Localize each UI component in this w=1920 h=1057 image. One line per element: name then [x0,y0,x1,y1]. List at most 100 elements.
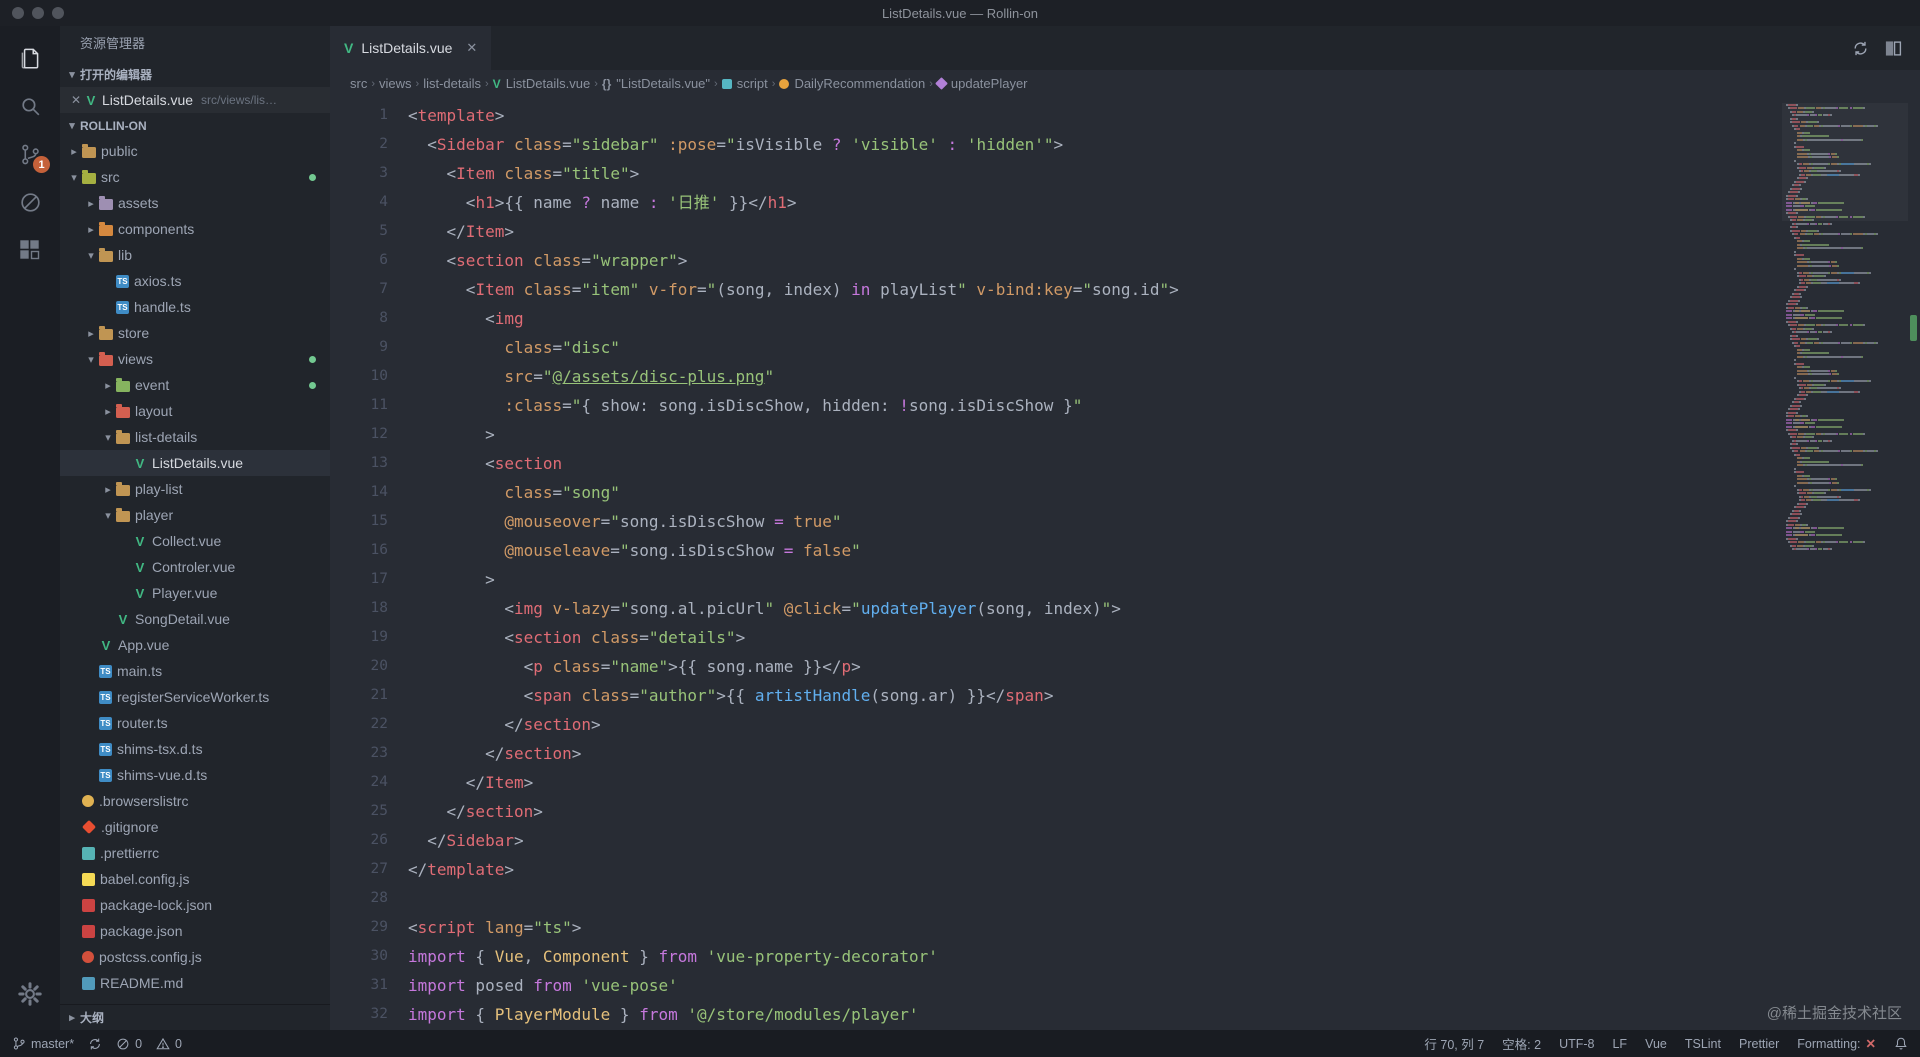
code-line-27[interactable]: 27 </template> [330,855,1780,884]
status-eol[interactable]: LF [1612,1037,1627,1051]
code-line-26[interactable]: 26 </Sidebar> [330,826,1780,855]
code-line-32[interactable]: 32 import { PlayerModule } from '@/store/… [330,1000,1780,1029]
tree-item-babel.config.js[interactable]: babel.config.js [60,866,330,892]
tree-item-shims-tsx.d.ts[interactable]: TS shims-tsx.d.ts [60,736,330,762]
code-line-29[interactable]: 29 <script lang="ts"> [330,913,1780,942]
status-cursor-position[interactable]: 行 70, 列 7 [1424,1034,1484,1053]
tree-item-assets[interactable]: ▸ assets [60,190,330,216]
code-line-25[interactable]: 25 </section> [330,797,1780,826]
tree-item-Controler.vue[interactable]: V Controler.vue [60,554,330,580]
overview-ruler[interactable] [1906,97,1920,1030]
tree-item-README.md[interactable]: README.md [60,970,330,996]
code-line-7[interactable]: 7 <Item class="item" v-for="(song, index… [330,275,1780,304]
code-line-17[interactable]: 17 > [330,565,1780,594]
breadcrumb-item-3[interactable]: list-details [423,76,481,91]
code-line-31[interactable]: 31 import posed from 'vue-pose' [330,971,1780,1000]
tree-item-SongDetail.vue[interactable]: V SongDetail.vue [60,606,330,632]
code-line-12[interactable]: 12 > [330,420,1780,449]
close-icon[interactable]: ✕ [466,40,477,56]
sync-changes-icon[interactable] [1852,40,1869,57]
tree-item-list-details[interactable]: ▾ list-details [60,424,330,450]
code-line-20[interactable]: 20 <p class="name">{{ song.name }}</p> [330,652,1780,681]
minimap[interactable] [1786,103,1904,551]
git-branch-status[interactable]: master* [12,1036,74,1051]
tree-item-play-list[interactable]: ▸ play-list [60,476,330,502]
explorer-icon[interactable] [4,34,56,82]
tree-item-public[interactable]: ▸ public [60,138,330,164]
code-line-21[interactable]: 21 <span class="author">{{ artistHandle(… [330,681,1780,710]
gear-icon[interactable] [4,970,56,1018]
open-editor-item[interactable]: ✕ V ListDetails.vue src/views/lis… [60,87,330,113]
problems-warnings[interactable]: 0 [156,1037,182,1051]
tree-item-lib[interactable]: ▾ lib [60,242,330,268]
tree-item-Player.vue[interactable]: V Player.vue [60,580,330,606]
code-line-23[interactable]: 23 </section> [330,739,1780,768]
tree-item-.prettierrc[interactable]: .prettierrc [60,840,330,866]
tree-item-ListDetails.vue[interactable]: V ListDetails.vue [60,450,330,476]
status-prettier[interactable]: Prettier [1739,1037,1779,1051]
code-line-11[interactable]: 11 :class="{ show: song.isDiscShow, hidd… [330,391,1780,420]
status-formatting[interactable]: Formatting: ✕ [1797,1036,1876,1052]
code-line-33[interactable]: 33 [330,1029,1780,1030]
open-editors-header[interactable]: ▾ 打开的编辑器 [60,62,330,87]
code-line-24[interactable]: 24 </Item> [330,768,1780,797]
breadcrumb-item-1[interactable]: src [350,76,367,91]
code-line-19[interactable]: 19 <section class="details"> [330,623,1780,652]
breadcrumb-item-2[interactable]: views [379,76,412,91]
tree-item-components[interactable]: ▸ components [60,216,330,242]
status-language-mode[interactable]: Vue [1645,1037,1667,1051]
tree-item-.gitignore[interactable]: .gitignore [60,814,330,840]
code-line-16[interactable]: 16 @mouseleave="song.isDiscShow = false" [330,536,1780,565]
code-line-15[interactable]: 15 @mouseover="song.isDiscShow = true" [330,507,1780,536]
breadcrumb-item-4[interactable]: V ListDetails.vue [493,76,591,91]
tree-item-player[interactable]: ▾ player [60,502,330,528]
breadcrumb-item-5[interactable]: {} "ListDetails.vue" [602,76,710,91]
zoom-window-button[interactable] [52,7,64,19]
project-root-header[interactable]: ▾ ROLLIN-ON [60,113,330,138]
status-encoding[interactable]: UTF-8 [1559,1037,1594,1051]
tree-item-package.json[interactable]: package.json [60,918,330,944]
debug-icon[interactable] [4,178,56,226]
status-indentation[interactable]: 空格: 2 [1502,1034,1541,1053]
code-line-8[interactable]: 8 <img [330,304,1780,333]
tree-item-App.vue[interactable]: V App.vue [60,632,330,658]
code-line-28[interactable]: 28 [330,884,1780,913]
tab-listdetails[interactable]: V ListDetails.vue ✕ [330,26,492,70]
code-line-6[interactable]: 6 <section class="wrapper"> [330,246,1780,275]
code-line-5[interactable]: 5 </Item> [330,217,1780,246]
breadcrumb-item-7[interactable]: DailyRecommendation [779,76,925,91]
tree-item-main.ts[interactable]: TS main.ts [60,658,330,684]
code-line-18[interactable]: 18 <img v-lazy="song.al.picUrl" @click="… [330,594,1780,623]
code-line-4[interactable]: 4 <h1>{{ name ? name : '日推' }}</h1> [330,188,1780,217]
minimize-window-button[interactable] [32,7,44,19]
tree-item-registerServiceWorker.ts[interactable]: TS registerServiceWorker.ts [60,684,330,710]
close-icon[interactable]: ✕ [68,93,84,107]
tree-item-postcss.config.js[interactable]: postcss.config.js [60,944,330,970]
tree-item-handle.ts[interactable]: TS handle.ts [60,294,330,320]
outline-section[interactable]: ▸ 大纲 [60,1004,330,1030]
search-icon[interactable] [4,82,56,130]
breadcrumb-item-6[interactable]: script [721,76,768,91]
tree-item-shims-vue.d.ts[interactable]: TS shims-vue.d.ts [60,762,330,788]
tree-item-layout[interactable]: ▸ layout [60,398,330,424]
tree-item-router.ts[interactable]: TS router.ts [60,710,330,736]
tree-item-event[interactable]: ▸ event [60,372,330,398]
tree-item-store[interactable]: ▸ store [60,320,330,346]
code-line-9[interactable]: 9 class="disc" [330,333,1780,362]
close-window-button[interactable] [12,7,24,19]
problems-errors[interactable]: 0 [116,1037,142,1051]
split-editor-icon[interactable] [1885,40,1902,57]
code-line-22[interactable]: 22 </section> [330,710,1780,739]
code-line-1[interactable]: 1 <template> [330,101,1780,130]
source-control-icon[interactable]: 1 [4,130,56,178]
notifications-bell[interactable] [1894,1036,1908,1051]
sync-status[interactable] [88,1037,102,1051]
tree-item-views[interactable]: ▾ views [60,346,330,372]
code-line-3[interactable]: 3 <Item class="title"> [330,159,1780,188]
tree-item-package-lock.json[interactable]: package-lock.json [60,892,330,918]
code-line-10[interactable]: 10 src="@/assets/disc-plus.png" [330,362,1780,391]
extensions-icon[interactable] [4,226,56,274]
tree-item-axios.ts[interactable]: TS axios.ts [60,268,330,294]
breadcrumb-item-8[interactable]: updatePlayer [935,76,1028,91]
tree-item-Collect.vue[interactable]: V Collect.vue [60,528,330,554]
